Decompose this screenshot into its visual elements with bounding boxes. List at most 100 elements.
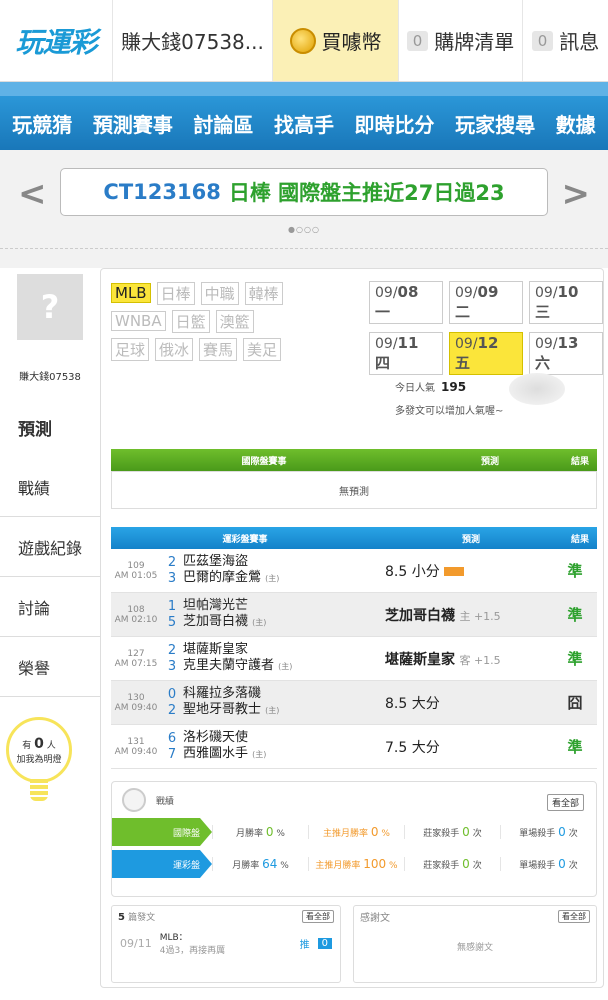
score: 23: [167, 554, 177, 586]
buy-coin-button[interactable]: 買噱幣: [272, 0, 398, 81]
coin-icon: [289, 27, 316, 54]
league-chip[interactable]: 賽馬: [199, 337, 238, 361]
league-chip[interactable]: 澳籃: [215, 309, 254, 333]
date-chip[interactable]: 09/09 二: [449, 281, 523, 324]
main-nav: 玩競猜 預測賽事 討論區 找高手 即時比分 玩家搜尋 數據: [0, 82, 608, 150]
tab-game-log[interactable]: 遊戲紀錄: [0, 517, 100, 577]
tab-discussion[interactable]: 討論: [0, 577, 100, 637]
nav-item[interactable]: 數據: [556, 109, 596, 138]
posts-view-all-button[interactable]: 看全部: [302, 909, 334, 923]
nav-item[interactable]: 找高手: [274, 109, 334, 138]
single-killer: 單場殺手 0 次: [500, 857, 596, 871]
cart-count-badge: 0: [406, 30, 429, 51]
month-win-rate: 月勝率 64 %: [212, 857, 308, 871]
bulb-follow-button[interactable]: 有 0 人 加我為明燈: [6, 717, 72, 783]
prediction: 堪薩斯皇家 客 +1.5: [385, 651, 501, 668]
league-chip[interactable]: 韓棒: [244, 281, 283, 305]
banner-code: CT123168: [103, 180, 221, 204]
lottery-table-header: 運彩盤賽事 預測 結果: [111, 527, 597, 549]
push-count: 0: [317, 937, 332, 949]
popularity-hint: 多發文可以增加人氣喔~: [395, 406, 504, 417]
prediction: 8.5 小分: [379, 561, 553, 581]
thanks-label: 感謝文: [360, 912, 390, 924]
league-chip[interactable]: 足球: [111, 337, 150, 361]
bulb-unit: 人: [46, 740, 56, 751]
messages-button[interactable]: 0 訊息: [522, 0, 608, 81]
game-number: 131 AM 09:40: [114, 736, 158, 757]
empty-message: 無預測: [111, 471, 597, 509]
messages-label: 訊息: [559, 30, 600, 54]
chevron-right-icon[interactable]: >: [562, 174, 591, 214]
thanks-card: 感謝文 看全部 無感謝文: [353, 905, 597, 983]
league-chip[interactable]: WNBA: [111, 311, 166, 331]
date-chip[interactable]: 09/13 六: [529, 332, 603, 375]
date-chip[interactable]: 09/10 三: [529, 281, 603, 324]
prediction: 8.5 大分: [385, 695, 440, 712]
nav-item[interactable]: 玩家搜尋: [455, 109, 535, 138]
tab-honor[interactable]: 榮譽: [0, 637, 100, 697]
buy-coin-label: 買噱幣: [321, 30, 382, 54]
score: 15: [167, 598, 177, 630]
header-cell: 國際盤賽事: [241, 456, 287, 467]
bulb-icon: [30, 779, 48, 801]
nav-item[interactable]: 預測賽事: [93, 109, 173, 138]
league-chip[interactable]: 俄冰: [155, 337, 194, 361]
table-row[interactable]: 131 AM 09:40 67 洛杉磯天使 西雅圖水手 (主) 7.5 大分 準: [111, 725, 597, 769]
score: 02: [167, 686, 177, 718]
post-item[interactable]: 09/11 MLB： 4過3，再接再厲 推 0: [112, 926, 340, 960]
header-cell: 結果: [570, 534, 589, 545]
game-number: 127 AM 07:15: [114, 648, 158, 669]
table-row[interactable]: 130 AM 09:40 02 科羅拉多落磯 聖地牙哥教士 (主) 8.5 大分 囧: [111, 681, 597, 725]
nav-item[interactable]: 玩競猜: [12, 109, 72, 138]
site-logo[interactable]: 玩運彩: [0, 0, 112, 81]
nav-item[interactable]: 討論區: [193, 109, 253, 138]
cart-button[interactable]: 0 購牌清單: [398, 0, 522, 81]
chevron-left-icon[interactable]: <: [18, 174, 47, 214]
league-chip[interactable]: 日籃: [171, 309, 210, 333]
header-cell: 預測: [461, 534, 480, 545]
tab-prediction[interactable]: 預測: [0, 397, 100, 457]
teams: 匹茲堡海盜 巴爾的摩金鶯 (主): [183, 554, 280, 585]
posts-count: 5 篇發文: [118, 911, 156, 923]
header-cell: 結果: [570, 456, 589, 467]
teams: 堪薩斯皇家 克里夫蘭守護者 (主): [183, 642, 293, 673]
target-icon: [122, 788, 146, 812]
date-chip[interactable]: 09/08 一: [369, 281, 443, 324]
table-row[interactable]: 127 AM 07:15 23 堪薩斯皇家 克里夫蘭守護者 (主) 堪薩斯皇家 客 …: [111, 637, 597, 681]
popularity-value: 195: [441, 380, 467, 394]
teams: 科羅拉多落磯 聖地牙哥教士 (主): [183, 686, 280, 717]
result: 準: [567, 650, 583, 668]
stats-row-label: 運彩盤: [112, 850, 212, 878]
post-text: MLB： 4過3，再接再厲: [159, 933, 226, 956]
bulb-text: 加我為明燈: [16, 754, 62, 765]
league-chip[interactable]: 美足: [243, 337, 282, 361]
profile-tabs: 預測 戰績 遊戲紀錄 討論 榮譽: [0, 397, 100, 697]
tab-record[interactable]: 戰績: [0, 457, 100, 517]
view-all-button[interactable]: 看全部: [546, 794, 584, 811]
game-number: 130 AM 09:40: [114, 692, 158, 713]
league-chip[interactable]: 中職: [200, 281, 239, 305]
username-link[interactable]: 賺大錢07538...: [112, 0, 272, 81]
avatar[interactable]: ?: [17, 274, 83, 340]
thanks-view-all-button[interactable]: 看全部: [558, 909, 590, 923]
posts-card: 5 篇發文 看全部 09/11 MLB： 4過3，再接再厲 推 0: [111, 905, 341, 983]
banner-text-box[interactable]: CT123168 日棒 國際盤主推近27日過23: [60, 168, 548, 216]
profile-sidebar: ? 賺大錢07538 預測 戰績 遊戲紀錄 討論 榮譽 有 0 人 加我為明燈: [0, 268, 100, 801]
date-chip[interactable]: 09/11 四: [369, 332, 443, 375]
score: 23: [167, 642, 177, 674]
table-row[interactable]: 108 AM 02:10 15 坦帕灣光芒 芝加哥白襪 (主) 芝加哥白襪 主 +1…: [111, 593, 597, 637]
game-number: 108 AM 02:10: [114, 604, 158, 625]
stats-row: 國際盤 月勝率 0 % 主推月勝率 0 % 莊家殺手 0 次 單場殺手 0 次: [112, 818, 596, 846]
divider: [0, 248, 608, 268]
table-row[interactable]: 109 AM 01:05 23 匹茲堡海盜 巴爾的摩金鶯 (主) 8.5 小分 準: [111, 549, 597, 593]
lottery-table: 運彩盤賽事 預測 結果 109 AM 01:05 23 匹茲堡海盜 巴爾的摩金鶯 (…: [111, 527, 597, 769]
banker-killer: 莊家殺手 0 次: [404, 857, 500, 871]
league-chip[interactable]: MLB: [111, 283, 151, 303]
nav-item[interactable]: 即時比分: [355, 109, 435, 138]
bulb-prefix: 有: [22, 740, 32, 751]
banner-text: 日棒 國際盤主推近27日過23: [228, 181, 505, 205]
date-chip-selected[interactable]: 09/12 五: [449, 332, 523, 375]
stats-row: 運彩盤 月勝率 64 % 主推月勝率 100 % 莊家殺手 0 次 單場殺手 0…: [112, 850, 596, 878]
league-chip[interactable]: 日棒: [156, 281, 195, 305]
cart-label: 購牌清單: [434, 30, 515, 54]
